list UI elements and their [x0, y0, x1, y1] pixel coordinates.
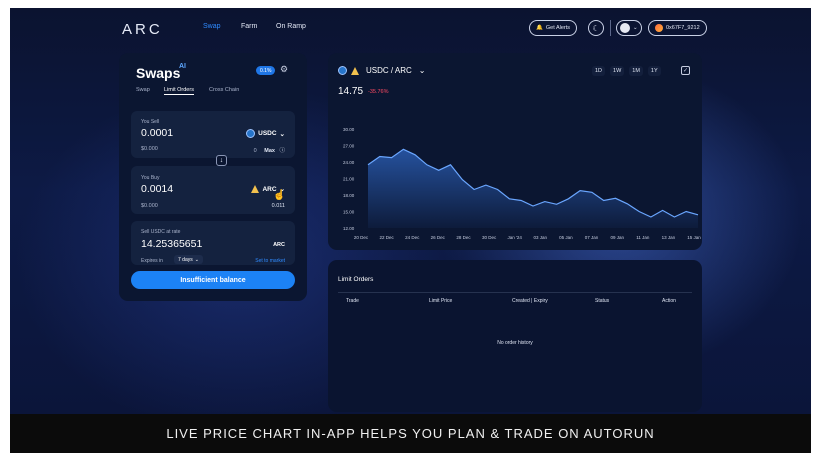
get-alerts-label: Get Alerts	[545, 25, 571, 31]
ai-icon: AI	[179, 63, 186, 70]
info-icon: ⓘ	[279, 148, 285, 154]
moon-icon: ☾	[592, 23, 600, 33]
wallet-address: 0x67F7_9212	[666, 25, 700, 31]
col-status: Status	[595, 298, 610, 304]
y-tick-label: 24.00	[343, 160, 355, 165]
x-tick-label: 09 Jan	[610, 235, 624, 240]
col-action: Action	[662, 298, 676, 304]
sell-token-selector[interactable]: USDC ⌄	[246, 129, 285, 138]
price-chart-card: USDC / ARC ⌄ 14.75 -35.76% 1D 1W 1M 1Y ✓…	[328, 53, 702, 250]
x-tick-label: 28 Dec	[456, 235, 471, 240]
y-tick-label: 27.00	[343, 144, 355, 149]
buy-amount-input[interactable]: 0.0014	[141, 183, 173, 195]
rate-label: Sell USDC at rate	[141, 229, 181, 235]
theme-toggle-button[interactable]: ☾	[588, 20, 604, 36]
col-trade: Trade	[346, 298, 359, 304]
expires-label: Expires in	[141, 258, 163, 264]
max-button[interactable]: Max	[264, 148, 275, 154]
y-tick-label: 21.00	[343, 177, 355, 182]
buy-box: You Buy 0.0014 ARC ⌄ $0.000 0.011	[131, 166, 295, 214]
x-tick-label: 26 Dec	[431, 235, 446, 240]
gear-icon[interactable]: ⚙	[280, 64, 288, 75]
col-created-expiry: Created | Expiry	[512, 298, 548, 304]
swap-title: Swaps	[136, 65, 181, 81]
y-tick-label: 12.00	[343, 226, 355, 231]
submit-button[interactable]: Insufficient balance	[131, 271, 295, 289]
x-tick-label: Jan '24	[508, 235, 523, 240]
expires-select[interactable]: 7 days ⌄	[174, 255, 203, 264]
set-to-market-link[interactable]: Set to market	[255, 258, 285, 264]
expires-value: 7 days	[178, 256, 193, 263]
orders-title: Limit Orders	[338, 276, 374, 283]
sell-box: You Sell 0.0001 USDC ⌄ $0.000 0 Max ⓘ	[131, 111, 295, 158]
chevron-down-icon: ⌄	[194, 256, 199, 263]
x-tick-label: 15 Jan	[687, 235, 701, 240]
network-selector[interactable]: ⌄	[616, 20, 642, 36]
x-tick-label: 03 Jan	[534, 235, 548, 240]
nav-swap[interactable]: Swap	[203, 23, 221, 30]
app-frame: ARC Swap Farm On Ramp 🔔 Get Alerts ☾ ⌄ 0…	[10, 8, 811, 414]
logo: ARC	[122, 21, 163, 38]
x-tick-label: 24 Dec	[405, 235, 420, 240]
x-tick-label: 22 Dec	[379, 235, 394, 240]
rate-unit: ARC	[273, 242, 285, 248]
ethereum-icon	[620, 23, 630, 33]
wallet-button[interactable]: 0x67F7_9212	[648, 20, 707, 36]
buy-balance: 0.011	[271, 203, 285, 209]
nav-farm[interactable]: Farm	[241, 23, 257, 30]
chevron-down-icon: ⌄	[279, 130, 285, 138]
empty-state: No order history	[497, 340, 533, 346]
tab-swap[interactable]: Swap	[136, 87, 150, 93]
sell-label: You Sell	[141, 119, 160, 125]
get-alerts-button[interactable]: 🔔 Get Alerts	[529, 20, 578, 36]
buy-label: You Buy	[141, 175, 160, 181]
sell-balance: 0	[253, 148, 257, 154]
orders-divider	[338, 292, 692, 293]
y-tick-label: 18.00	[343, 193, 355, 198]
chevron-down-icon: ⌄	[633, 25, 638, 31]
tab-cross-chain[interactable]: Cross Chain	[209, 87, 239, 93]
nav-on-ramp[interactable]: On Ramp	[276, 23, 306, 30]
buy-usd-value: $0.000	[141, 203, 158, 209]
swap-direction-button[interactable]: ↓	[216, 155, 227, 166]
sell-amount-input[interactable]: 0.0001	[141, 127, 173, 139]
price-chart: 30.00 27.00 24.00 21.00 18.00 15.00 12.00 20 De…	[343, 127, 701, 240]
y-tick-label: 30.00	[343, 127, 355, 132]
usdc-icon	[246, 129, 256, 138]
x-tick-label: 13 Jan	[662, 235, 676, 240]
wallet-avatar-icon	[655, 24, 663, 32]
x-tick-label: 11 Jan	[636, 235, 650, 240]
x-tick-label: 07 Jan	[585, 235, 599, 240]
limit-orders-card: Limit Orders Trade Limit Price Created |…	[328, 260, 702, 412]
sell-usd-value: $0.000	[141, 146, 158, 152]
arrow-down-icon: ↓	[219, 157, 224, 164]
col-limit-price: Limit Price	[429, 298, 453, 304]
hand-cursor-icon: ☝	[273, 190, 286, 201]
rate-input[interactable]: 14.25365651	[141, 238, 202, 250]
arc-icon	[251, 185, 260, 193]
sell-token-label: USDC	[258, 130, 277, 137]
x-tick-label: 30 Dec	[482, 235, 497, 240]
y-tick-label: 15.00	[343, 210, 355, 215]
rate-box: Sell USDC at rate 14.25365651 ARC Expire…	[131, 221, 295, 265]
top-nav: ARC Swap Farm On Ramp 🔔 Get Alerts ☾ ⌄ 0…	[10, 8, 811, 48]
nav-divider	[610, 20, 611, 36]
slippage-badge[interactable]: 0.1%	[256, 66, 276, 75]
x-tick-label: 20 Dec	[354, 235, 369, 240]
swap-card: Swaps AI 0.1% ⚙ Swap Limit Orders Cross …	[119, 53, 307, 301]
caption-banner: LIVE PRICE CHART IN-APP HELPS YOU PLAN &…	[10, 414, 811, 453]
bell-icon: 🔔	[536, 25, 543, 31]
x-tick-label: 05 Jan	[559, 235, 573, 240]
sell-balance-row: 0 Max ⓘ	[254, 146, 285, 154]
tab-limit-orders[interactable]: Limit Orders	[164, 87, 194, 95]
